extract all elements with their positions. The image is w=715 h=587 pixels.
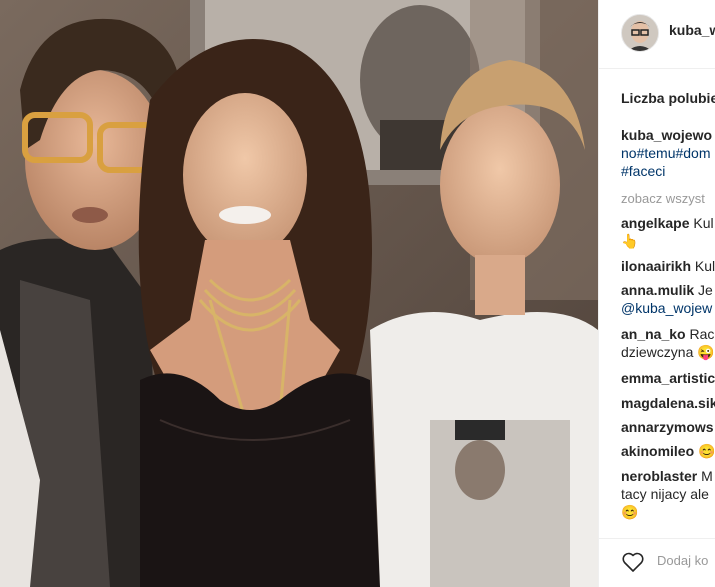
comment-text: Rac: [689, 326, 715, 342]
comment: annarzymows: [621, 418, 715, 436]
post-photo[interactable]: [0, 0, 598, 587]
comment-username[interactable]: annarzymows: [621, 419, 714, 435]
comment-username[interactable]: an_na_ko: [621, 326, 686, 342]
comment-text: Je: [698, 282, 713, 298]
caption-hashtags-line2[interactable]: #faceci: [621, 162, 715, 180]
comment: angelkape Kul 👆: [621, 214, 715, 250]
post-header: kuba_wo: [599, 0, 715, 69]
post-caption: kuba_wojewo no#temu#dom #faceci: [621, 126, 715, 180]
see-all-comments-link[interactable]: zobacz wszyst: [621, 191, 705, 206]
comment-text: 😊: [698, 443, 715, 459]
comment: akinomileo 😊: [621, 442, 715, 460]
avatar[interactable]: [621, 14, 659, 52]
likes-count[interactable]: Liczba polubie: [621, 90, 715, 106]
comment-text: M: [701, 468, 713, 484]
heart-icon[interactable]: [621, 551, 645, 573]
comment-username[interactable]: neroblaster: [621, 468, 697, 484]
comment: an_na_ko Rac dziewczyna 😜: [621, 325, 715, 361]
comment: emma_artistic: [621, 369, 715, 387]
comment: neroblaster M tacy nijacy ale 😊: [621, 467, 715, 521]
comment-username[interactable]: anna.mulik: [621, 282, 694, 298]
comment-username[interactable]: akinomileo: [621, 443, 694, 459]
comment-text: Kul: [694, 258, 715, 274]
photo-image: [0, 0, 598, 587]
caption-username[interactable]: kuba_wojewo: [621, 126, 715, 144]
comment-username[interactable]: magdalena.sik: [621, 395, 715, 411]
header-username[interactable]: kuba_wo: [669, 22, 715, 38]
comment-username[interactable]: emma_artistic: [621, 370, 715, 386]
comment: ilonaairikh Kul: [621, 257, 715, 275]
comment: magdalena.sik: [621, 394, 715, 412]
comment-text: Kul: [693, 215, 714, 231]
comment-username[interactable]: ilonaairikh: [621, 258, 691, 274]
post-sidebar: kuba_wo Liczba polubie kuba_wojewo no#te…: [598, 0, 715, 587]
comment: anna.mulik Je @kuba_wojew: [621, 281, 715, 317]
comment-text-line2: 👆: [621, 233, 639, 249]
comment-mention[interactable]: @kuba_wojew: [621, 299, 715, 317]
comment-text-line2: dziewczyna 😜: [621, 344, 715, 360]
comment-username[interactable]: angelkape: [621, 215, 689, 231]
add-comment-input[interactable]: Dodaj ko: [657, 553, 708, 568]
comment-text-line3: 😊: [621, 504, 639, 520]
comment-text-line2: tacy nijacy ale: [621, 486, 709, 502]
caption-hashtags-line1[interactable]: no#temu#dom: [621, 144, 715, 162]
post-footer: Dodaj ko: [599, 538, 715, 587]
avatar-image: [622, 15, 658, 51]
